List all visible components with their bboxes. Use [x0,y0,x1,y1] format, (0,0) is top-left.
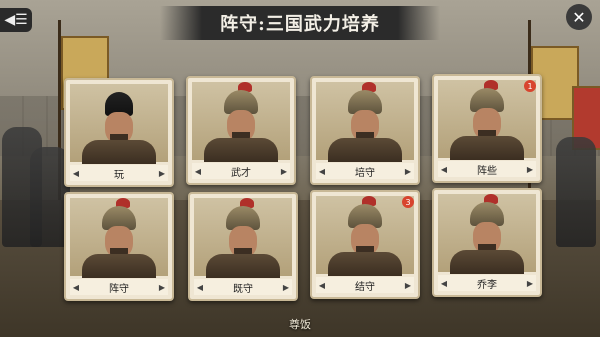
armor [82,140,156,164]
general-card[interactable]: 3 ◀ 结守 ▶ [310,190,420,299]
notification-badge: 3 [402,196,414,208]
general-name: 阵些 [477,165,497,177]
back-list-icon: ◀☰ [4,12,28,28]
armor [204,138,278,162]
prev-arrow-icon[interactable]: ◀ [438,165,450,174]
close-button[interactable]: ✕ [566,4,592,30]
next-arrow-icon[interactable]: ▶ [402,167,414,176]
general-card[interactable]: ◀ 武才 ▶ [186,76,296,185]
general-name: 既守 [233,283,253,295]
prev-arrow-icon[interactable]: ◀ [316,167,328,176]
general-name: 阵守 [109,283,129,295]
name-bar: ◀ 结守 ▶ [316,277,414,293]
general-portrait [70,198,168,278]
general-portrait [438,194,536,274]
title-banner: 阵守:三国武力培养 [160,6,440,40]
general-portrait [316,82,414,162]
general-name: 乔李 [477,279,497,291]
armor [450,250,524,274]
general-portrait [70,84,168,164]
back-button[interactable]: ◀☰ [0,8,32,32]
general-card[interactable]: ◀ 既守 ▶ [188,192,298,301]
armor [206,254,280,278]
close-icon: ✕ [572,7,586,27]
general-portrait [192,82,290,162]
name-bar: ◀ 培守 ▶ [316,163,414,179]
general-portrait [316,196,414,276]
general-card[interactable]: ◀ 培守 ▶ [310,76,420,185]
general-card[interactable]: ◀ 阵守 ▶ [64,192,174,301]
general-card[interactable]: ◀ 玩 ▶ [64,78,174,187]
prev-arrow-icon[interactable]: ◀ [70,283,82,292]
footer-label: 尊饭 [289,318,311,331]
general-name: 武才 [231,167,251,179]
name-bar: ◀ 玩 ▶ [70,165,168,181]
next-arrow-icon[interactable]: ▶ [280,283,292,292]
armor [328,138,402,162]
name-bar: ◀ 乔李 ▶ [438,275,536,291]
page-title: 阵守:三国武力培养 [220,14,380,35]
name-bar: ◀ 阵些 ▶ [438,161,536,177]
general-portrait [438,80,536,160]
prev-arrow-icon[interactable]: ◀ [194,283,206,292]
next-arrow-icon[interactable]: ▶ [156,283,168,292]
next-arrow-icon[interactable]: ▶ [278,167,290,176]
general-portrait [194,198,292,278]
soldier-silhouette [556,137,596,247]
next-arrow-icon[interactable]: ▶ [524,165,536,174]
armor [82,254,156,278]
next-arrow-icon[interactable]: ▶ [524,279,536,288]
name-bar: ◀ 既守 ▶ [194,279,292,295]
prev-arrow-icon[interactable]: ◀ [70,169,82,178]
prev-arrow-icon[interactable]: ◀ [192,167,204,176]
name-bar: ◀ 阵守 ▶ [70,279,168,295]
armor [328,252,402,276]
general-card[interactable]: 1 ◀ 阵些 ▶ [432,74,542,183]
notification-badge: 1 [524,80,536,92]
armor [450,136,524,160]
general-name: 结守 [355,281,375,293]
name-bar: ◀ 武才 ▶ [192,163,290,179]
general-card[interactable]: ◀ 乔李 ▶ [432,188,542,297]
general-name: 培守 [355,167,375,179]
prev-arrow-icon[interactable]: ◀ [316,281,328,290]
general-name: 玩 [114,169,124,181]
next-arrow-icon[interactable]: ▶ [402,281,414,290]
next-arrow-icon[interactable]: ▶ [156,169,168,178]
prev-arrow-icon[interactable]: ◀ [438,279,450,288]
